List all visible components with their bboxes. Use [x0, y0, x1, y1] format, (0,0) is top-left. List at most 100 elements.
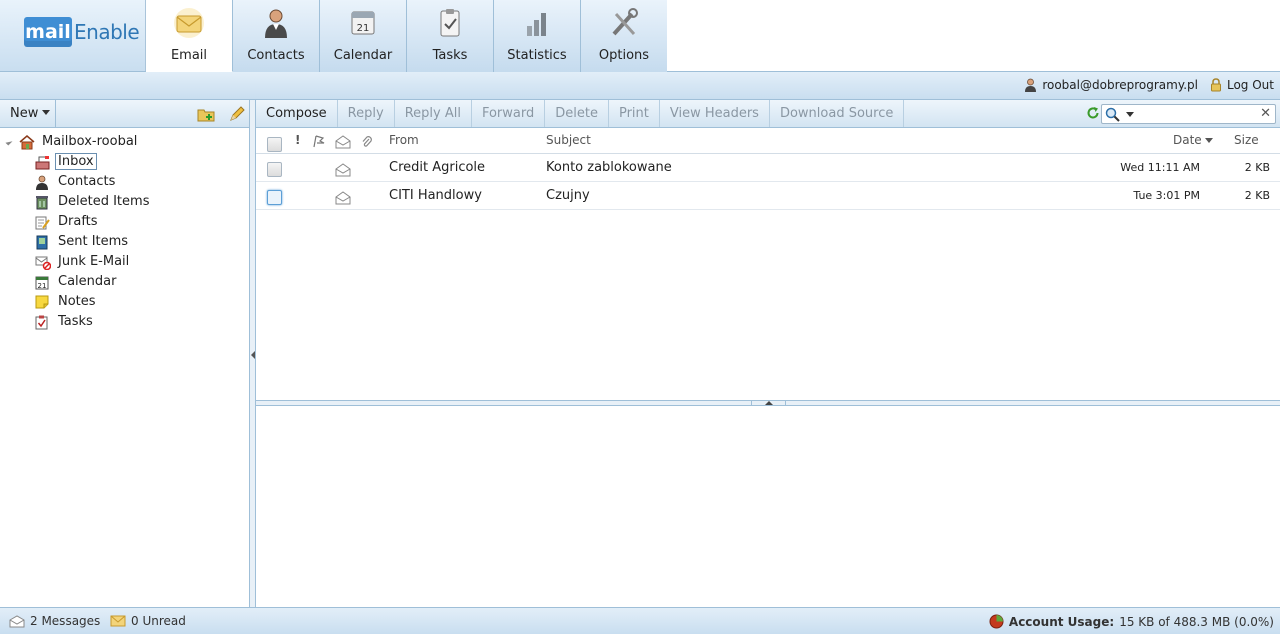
- collapse-triangle-icon[interactable]: [5, 138, 13, 146]
- tab-label: Tasks: [432, 48, 468, 63]
- size-column-header[interactable]: Size: [1234, 133, 1259, 147]
- message-from: CITI Handlowy: [389, 188, 482, 203]
- new-folder-icon[interactable]: [197, 105, 215, 123]
- row-checkbox[interactable]: [267, 162, 282, 177]
- importance-column-header[interactable]: !: [295, 133, 300, 147]
- tab-label: Email: [170, 48, 208, 63]
- tab-label: Statistics: [507, 48, 567, 63]
- folder-calendar[interactable]: 21 Calendar: [0, 272, 249, 292]
- table-row[interactable]: Credit Agricole Konto zablokowane Wed 11…: [256, 154, 1280, 182]
- contacts-icon: [36, 175, 48, 190]
- message-panel: Compose Reply Reply All Forward Delete P…: [256, 100, 1280, 607]
- date-column-header[interactable]: Date: [1173, 133, 1213, 147]
- folder-label: Deleted Items: [58, 194, 150, 209]
- drafts-icon: [35, 216, 50, 230]
- current-user: roobal@dobreprogramy.pl: [1024, 78, 1198, 92]
- logo-word: Enable: [74, 20, 140, 44]
- date-column-label: Date: [1173, 133, 1202, 147]
- from-column-header[interactable]: From: [389, 133, 419, 147]
- folder-junk-email[interactable]: Junk E-Mail: [0, 252, 249, 272]
- account-usage: Account Usage: 15 KB of 488.3 MB (0.0%): [989, 614, 1274, 629]
- message-list: Credit Agricole Konto zablokowane Wed 11…: [256, 154, 1280, 210]
- folder-label: Drafts: [58, 214, 98, 229]
- new-label: New: [10, 106, 39, 121]
- tab-tasks[interactable]: Tasks: [407, 0, 494, 72]
- svg-text:21: 21: [38, 282, 47, 290]
- table-row[interactable]: CITI Handlowy Czujny Tue 3:01 PM 2 KB: [256, 182, 1280, 210]
- refresh-icon[interactable]: [1086, 106, 1100, 120]
- folder-panel: New Mailbox-roobal Inbox Contacts Delete…: [0, 100, 250, 607]
- message-count: 2 Messages: [9, 614, 100, 628]
- envelope-icon: [174, 8, 204, 38]
- header: mail Enable Email Contacts 21 Calendar T…: [0, 0, 1280, 72]
- inbox-icon: [35, 156, 50, 170]
- tab-label: Contacts: [247, 48, 305, 63]
- search-input[interactable]: [1138, 106, 1256, 122]
- status-bar: 2 Messages 0 Unread Account Usage: 15 KB…: [0, 607, 1280, 634]
- message-subject: Czujny: [546, 188, 590, 203]
- folder-notes[interactable]: Notes: [0, 292, 249, 312]
- view-headers-button[interactable]: View Headers: [660, 100, 770, 127]
- unread-count-label: 0 Unread: [131, 614, 186, 628]
- folder-inbox[interactable]: Inbox: [0, 152, 249, 172]
- logout-link[interactable]: Log Out: [1210, 78, 1274, 92]
- mailbox-root-label: Mailbox-roobal: [42, 134, 138, 149]
- read-status-column-icon[interactable]: [335, 135, 351, 149]
- folder-tree: Mailbox-roobal Inbox Contacts Deleted It…: [0, 128, 249, 332]
- tree-root-mailbox[interactable]: Mailbox-roobal: [0, 132, 249, 152]
- chevron-down-icon: [42, 110, 51, 115]
- flag-column-icon[interactable]: [312, 135, 326, 148]
- read-envelope-icon: [335, 163, 351, 177]
- tasks-icon: [35, 315, 48, 330]
- message-count-label: 2 Messages: [30, 614, 101, 628]
- search-options-chevron-icon[interactable]: [1126, 112, 1134, 117]
- tab-email[interactable]: Email: [146, 0, 233, 72]
- tab-label: Calendar: [333, 48, 393, 63]
- collapse-up-icon[interactable]: [765, 401, 773, 405]
- tab-options[interactable]: Options: [581, 0, 668, 72]
- preview-pane: [256, 406, 1280, 607]
- user-icon: [1025, 78, 1037, 92]
- contact-person-icon: [265, 9, 287, 38]
- mailenable-logo: mail Enable: [0, 0, 146, 71]
- edit-pencil-icon[interactable]: [228, 105, 246, 123]
- clipboard-icon: [440, 9, 460, 37]
- search-icon[interactable]: [1105, 107, 1121, 122]
- subject-column-header[interactable]: Subject: [546, 133, 591, 147]
- folder-toolbar: New: [0, 100, 249, 128]
- forward-button[interactable]: Forward: [472, 100, 546, 127]
- delete-button[interactable]: Delete: [545, 100, 609, 127]
- folder-tasks[interactable]: Tasks: [0, 312, 249, 332]
- select-all-checkbox[interactable]: [267, 137, 282, 152]
- compose-button[interactable]: Compose: [256, 100, 338, 127]
- read-envelope-icon: [335, 191, 351, 205]
- account-bar: roobal@dobreprogramy.pl Log Out: [0, 72, 1280, 100]
- bar-chart-icon: [527, 13, 546, 36]
- message-size: 2 KB: [1244, 189, 1270, 202]
- download-source-button[interactable]: Download Source: [770, 100, 905, 127]
- reply-button[interactable]: Reply: [338, 100, 395, 127]
- attachment-column-icon[interactable]: [361, 135, 373, 149]
- unread-count: 0 Unread: [110, 614, 186, 628]
- calendar-icon: 21: [35, 276, 49, 290]
- collapse-left-icon[interactable]: [251, 351, 255, 359]
- folder-sent-items[interactable]: Sent Items: [0, 232, 249, 252]
- reply-all-button[interactable]: Reply All: [395, 100, 472, 127]
- tools-icon: [612, 8, 638, 36]
- new-button[interactable]: New: [0, 100, 56, 127]
- message-from: Credit Agricole: [389, 160, 486, 175]
- message-list-header: ! From Subject Date Size: [256, 128, 1280, 154]
- message-size: 2 KB: [1244, 161, 1270, 174]
- tab-contacts[interactable]: Contacts: [233, 0, 320, 72]
- folder-drafts[interactable]: Drafts: [0, 212, 249, 232]
- folder-deleted-items[interactable]: Deleted Items: [0, 192, 249, 212]
- tab-calendar[interactable]: 21 Calendar: [320, 0, 407, 72]
- row-checkbox[interactable]: [267, 190, 282, 205]
- folder-label: Notes: [58, 294, 96, 309]
- message-date: Tue 3:01 PM: [1133, 189, 1200, 202]
- folder-contacts[interactable]: Contacts: [0, 172, 249, 192]
- print-button[interactable]: Print: [609, 100, 660, 127]
- lock-icon: [1210, 78, 1221, 92]
- clear-search-icon[interactable]: ✕: [1260, 106, 1271, 121]
- tab-statistics[interactable]: Statistics: [494, 0, 581, 72]
